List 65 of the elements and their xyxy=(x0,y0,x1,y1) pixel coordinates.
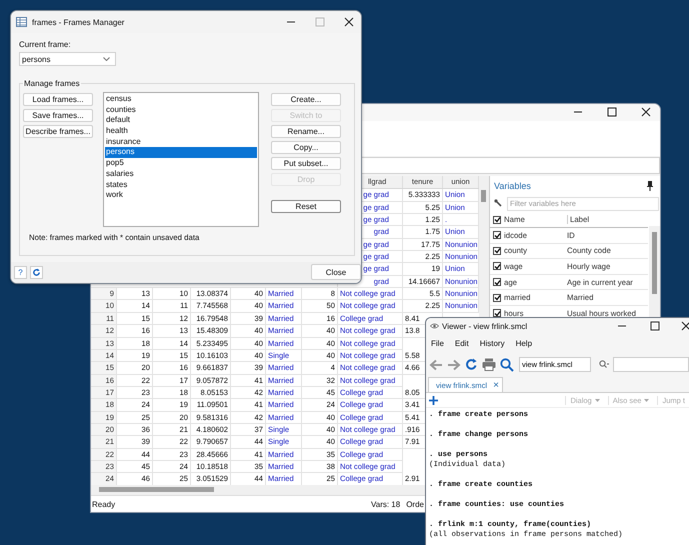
menu-item[interactable]: Edit xyxy=(454,339,469,348)
close-icon[interactable] xyxy=(681,321,689,331)
pin-icon[interactable] xyxy=(647,180,653,191)
list-item[interactable]: salaries xyxy=(105,168,257,180)
field-label: Current frame: xyxy=(19,40,72,49)
checkbox[interactable] xyxy=(493,216,501,224)
checkbox[interactable] xyxy=(493,294,501,302)
dialog-button[interactable]: Load frames... xyxy=(23,93,93,106)
close-icon[interactable] xyxy=(344,17,354,27)
dialog-button[interactable]: Create... xyxy=(271,93,341,106)
printer-icon[interactable] xyxy=(482,358,496,371)
list-item[interactable]: insurance xyxy=(105,136,257,148)
dialog-button[interactable]: Put subset... xyxy=(271,157,341,170)
window-title: Viewer - view frlink.smcl xyxy=(442,322,528,330)
checkbox[interactable] xyxy=(493,231,501,240)
search-field[interactable] xyxy=(613,357,689,372)
help-button[interactable]: ? xyxy=(14,266,27,278)
search-icon[interactable] xyxy=(500,358,514,372)
close-button[interactable]: Close xyxy=(311,264,361,280)
menu-item[interactable]: History xyxy=(480,339,505,348)
table-icon xyxy=(16,17,27,27)
list-item[interactable]: census xyxy=(105,94,257,105)
frame-dropdown[interactable]: persons xyxy=(19,52,116,66)
maximize-icon[interactable] xyxy=(650,321,660,331)
scrollbar-thumb[interactable] xyxy=(481,190,486,202)
status-text: Orde xyxy=(406,500,424,509)
refresh-icon xyxy=(32,268,41,276)
wrench-icon[interactable] xyxy=(494,198,504,209)
list-item[interactable]: health xyxy=(105,126,257,137)
checkbox[interactable] xyxy=(493,246,501,255)
dialog-button[interactable]: Save frames... xyxy=(23,109,93,122)
menu-item[interactable]: Help xyxy=(516,339,532,348)
list-item[interactable]: persons xyxy=(105,147,257,158)
dialog-button[interactable]: Copy... xyxy=(271,141,341,154)
close-icon[interactable] xyxy=(641,107,651,118)
chevron-down-icon xyxy=(103,57,110,61)
menu-item[interactable]: File xyxy=(431,339,444,348)
checkbox[interactable] xyxy=(493,278,501,286)
status-text: Vars: 18 xyxy=(371,500,400,509)
scrollbar-thumb[interactable] xyxy=(652,232,657,294)
checkbox[interactable] xyxy=(493,309,501,318)
group-label: Manage frames xyxy=(23,79,81,88)
list-item[interactable]: default xyxy=(105,115,257,126)
checkbox[interactable] xyxy=(493,262,501,270)
maximize-icon[interactable] xyxy=(607,107,617,118)
search-icon[interactable] xyxy=(599,360,609,369)
list-item[interactable]: counties xyxy=(105,104,257,116)
maximize-icon xyxy=(315,17,325,27)
refresh-button[interactable] xyxy=(30,266,43,278)
list-item[interactable]: pop5 xyxy=(105,158,257,169)
scrollbar-thumb[interactable] xyxy=(99,487,214,492)
forward-arrow-icon[interactable] xyxy=(447,358,461,370)
eye-icon xyxy=(430,323,439,329)
plus-icon[interactable] xyxy=(429,396,438,404)
back-arrow-icon[interactable] xyxy=(429,358,443,370)
window-title: frames - Frames Manager xyxy=(32,18,124,26)
list-item[interactable]: states xyxy=(105,180,257,190)
panel-title: Variables xyxy=(494,180,531,191)
status-text: Ready xyxy=(92,500,116,509)
refresh-icon[interactable] xyxy=(465,358,478,371)
dialog-button[interactable]: Rename... xyxy=(271,125,341,138)
reset-button[interactable]: Reset xyxy=(271,200,341,213)
dialog-button[interactable]: Describe frames... xyxy=(23,125,93,138)
list-item[interactable]: work xyxy=(105,190,257,201)
close-tab-button[interactable]: × xyxy=(493,380,499,390)
